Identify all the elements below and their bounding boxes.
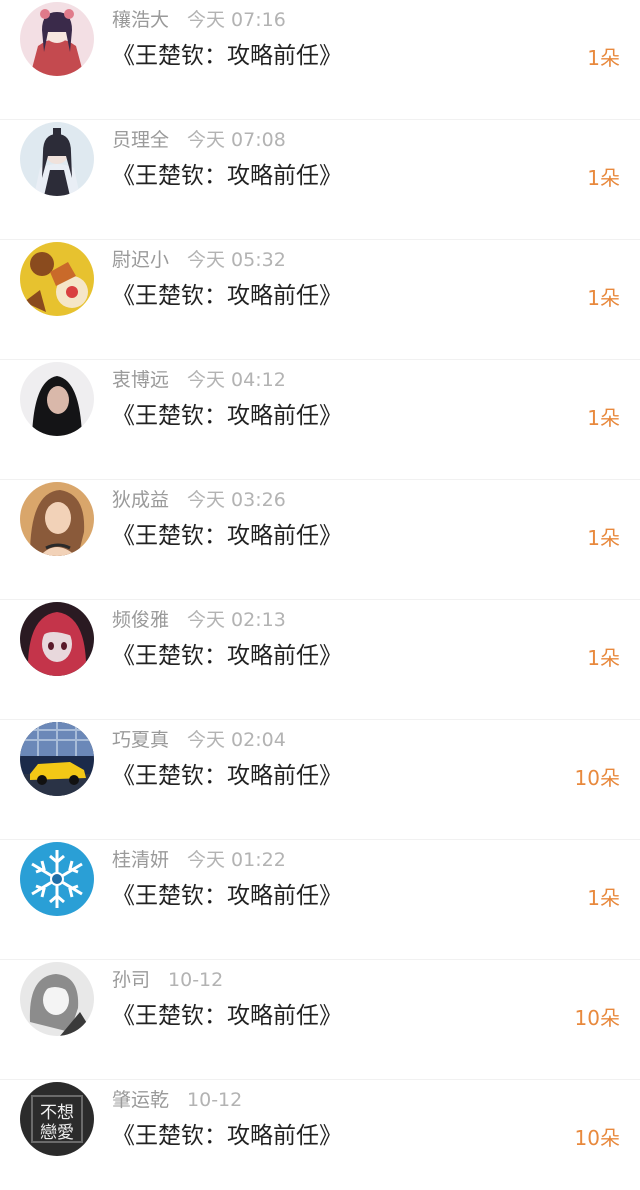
timestamp: 今天 02:04: [187, 729, 286, 751]
user-name[interactable]: 孙司: [112, 969, 150, 991]
record-meta: 巧夏真 今天 02:04: [112, 726, 286, 754]
snowflake-avatar-icon: [20, 842, 94, 916]
ancient-style-girl-avatar-icon: [20, 122, 94, 196]
gift-count: 1朵: [587, 646, 620, 670]
book-title[interactable]: 《王楚钦：攻略前任》: [112, 280, 342, 312]
avatar[interactable]: [20, 962, 94, 1036]
user-name[interactable]: 尉迟小: [112, 249, 169, 271]
timestamp: 今天 07:08: [187, 129, 286, 151]
timestamp: 今天 07:16: [187, 9, 286, 31]
woman-portrait-avatar-icon: [20, 482, 94, 556]
user-name[interactable]: 桂清妍: [112, 849, 169, 871]
gift-count: 1朵: [587, 406, 620, 430]
avatar[interactable]: [20, 2, 94, 76]
user-name[interactable]: 衷博远: [112, 369, 169, 391]
timestamp: 今天 04:12: [187, 369, 286, 391]
avatar[interactable]: [20, 122, 94, 196]
game-character-avatar-icon: [20, 242, 94, 316]
svg-text:戀愛: 戀愛: [40, 1123, 74, 1143]
book-title[interactable]: 《王楚钦：攻略前任》: [112, 400, 342, 432]
user-name[interactable]: 频俊雅: [112, 609, 169, 631]
user-name[interactable]: 狄成益: [112, 489, 169, 511]
list-item[interactable]: 不想 戀愛 肇运乾 10-12 《王楚钦：攻略前任》 10朵: [0, 1080, 640, 1190]
avatar[interactable]: [20, 362, 94, 436]
grayscale-anime-avatar-icon: [20, 962, 94, 1036]
gift-count: 10朵: [574, 1126, 620, 1150]
record-meta: 频俊雅 今天 02:13: [112, 606, 286, 634]
gift-count: 1朵: [587, 886, 620, 910]
timestamp: 今天 03:26: [187, 489, 286, 511]
calligraphy-avatar-icon: 不想 戀愛: [20, 1082, 94, 1156]
record-meta: 孙司 10-12: [112, 966, 223, 994]
book-title[interactable]: 《王楚钦：攻略前任》: [112, 160, 342, 192]
avatar[interactable]: 不想 戀愛: [20, 1082, 94, 1156]
list-item[interactable]: 衷博远 今天 04:12 《王楚钦：攻略前任》 1朵: [0, 360, 640, 480]
record-meta: 穰浩大 今天 07:16: [112, 6, 286, 34]
avatar[interactable]: [20, 242, 94, 316]
gift-count: 1朵: [587, 166, 620, 190]
gift-count: 10朵: [574, 766, 620, 790]
book-title[interactable]: 《王楚钦：攻略前任》: [112, 880, 342, 912]
timestamp: 今天 05:32: [187, 249, 286, 271]
gift-count: 1朵: [587, 286, 620, 310]
sports-car-avatar-icon: [20, 722, 94, 796]
avatar[interactable]: [20, 602, 94, 676]
user-name[interactable]: 穰浩大: [112, 9, 169, 31]
svg-text:不想: 不想: [40, 1103, 74, 1123]
record-meta: 尉迟小 今天 05:32: [112, 246, 286, 274]
list-item[interactable]: 频俊雅 今天 02:13 《王楚钦：攻略前任》 1朵: [0, 600, 640, 720]
record-meta: 桂清妍 今天 01:22: [112, 846, 286, 874]
avatar[interactable]: [20, 842, 94, 916]
woman-portrait-avatar-icon: [20, 362, 94, 436]
list-item[interactable]: 桂清妍 今天 01:22 《王楚钦：攻略前任》 1朵: [0, 840, 640, 960]
book-title[interactable]: 《王楚钦：攻略前任》: [112, 640, 342, 672]
timestamp: 今天 01:22: [187, 849, 286, 871]
book-title[interactable]: 《王楚钦：攻略前任》: [112, 40, 342, 72]
book-title[interactable]: 《王楚钦：攻略前任》: [112, 760, 342, 792]
list-item[interactable]: 员理全 今天 07:08 《王楚钦：攻略前任》 1朵: [0, 120, 640, 240]
book-title[interactable]: 《王楚钦：攻略前任》: [112, 520, 342, 552]
avatar[interactable]: [20, 482, 94, 556]
book-title[interactable]: 《王楚钦：攻略前任》: [112, 1120, 342, 1152]
avatar[interactable]: [20, 722, 94, 796]
book-title[interactable]: 《王楚钦：攻略前任》: [112, 1000, 342, 1032]
user-name[interactable]: 肇运乾: [112, 1089, 169, 1111]
record-meta: 衷博远 今天 04:12: [112, 366, 286, 394]
record-meta: 员理全 今天 07:08: [112, 126, 286, 154]
anime-girl-avatar-icon: [20, 602, 94, 676]
timestamp: 10-12: [168, 969, 224, 991]
record-meta: 狄成益 今天 03:26: [112, 486, 286, 514]
list-item[interactable]: 穰浩大 今天 07:16 《王楚钦：攻略前任》 1朵: [0, 0, 640, 120]
list-item[interactable]: 孙司 10-12 《王楚钦：攻略前任》 10朵: [0, 960, 640, 1080]
gift-count: 1朵: [587, 46, 620, 70]
timestamp: 今天 02:13: [187, 609, 286, 631]
record-meta: 肇运乾 10-12: [112, 1086, 242, 1114]
user-name[interactable]: 巧夏真: [112, 729, 169, 751]
anime-girl-avatar-icon: [20, 2, 94, 76]
list-item[interactable]: 巧夏真 今天 02:04 《王楚钦：攻略前任》 10朵: [0, 720, 640, 840]
list-item[interactable]: 尉迟小 今天 05:32 《王楚钦：攻略前任》 1朵: [0, 240, 640, 360]
timestamp: 10-12: [187, 1089, 243, 1111]
gift-count: 10朵: [574, 1006, 620, 1030]
user-name[interactable]: 员理全: [112, 129, 169, 151]
list-item[interactable]: 狄成益 今天 03:26 《王楚钦：攻略前任》 1朵: [0, 480, 640, 600]
gift-record-list: 穰浩大 今天 07:16 《王楚钦：攻略前任》 1朵 员理全 今天 07:08 《王…: [0, 0, 640, 1190]
gift-count: 1朵: [587, 526, 620, 550]
